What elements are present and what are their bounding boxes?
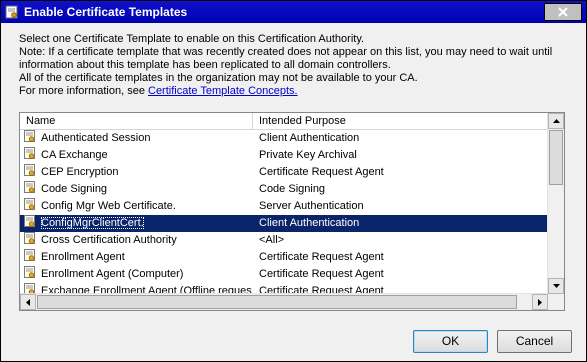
arrow-up-icon bbox=[552, 119, 560, 123]
enable-certificate-templates-dialog: Enable Certificate Templates Select one … bbox=[0, 0, 587, 362]
list-item-purpose: Server Authentication bbox=[259, 200, 364, 212]
list-item[interactable]: Enrollment Agent (Computer) Certificate R… bbox=[20, 266, 548, 283]
list-item-name: Authenticated Session bbox=[41, 132, 151, 144]
list-item-purpose: Client Authentication bbox=[259, 132, 360, 144]
close-button[interactable] bbox=[544, 3, 582, 21]
list-item-name: Enrollment Agent (Computer) bbox=[41, 268, 184, 280]
certificate-template-concepts-link[interactable]: Certificate Template Concepts. bbox=[148, 85, 298, 97]
scroll-up-button[interactable] bbox=[548, 113, 564, 129]
more-info-prefix: For more information, see bbox=[19, 85, 148, 97]
list-item[interactable]: Authenticated Session Client Authenticati… bbox=[20, 130, 548, 147]
list-item-name: CEP Encryption bbox=[41, 166, 119, 178]
scroll-right-button[interactable] bbox=[532, 294, 548, 310]
column-header-intended-purpose[interactable]: Intended Purpose bbox=[253, 113, 548, 129]
horizontal-scroll-thumb[interactable] bbox=[37, 295, 517, 309]
list-item-name-cell: ConfigMgrClientCert. bbox=[24, 215, 252, 232]
vertical-scrollbar[interactable] bbox=[547, 113, 564, 294]
list-item[interactable]: CEP Encryption Certificate Request Agent bbox=[20, 164, 548, 181]
certificate-template-icon bbox=[24, 215, 35, 227]
list-item[interactable]: Code Signing Code Signing bbox=[20, 181, 548, 198]
certificate-template-icon bbox=[24, 232, 35, 244]
more-info-line: For more information, see Certificate Te… bbox=[19, 85, 579, 98]
certificate-template-icon bbox=[24, 266, 35, 278]
list-item-name-cell: CEP Encryption bbox=[24, 164, 252, 181]
ok-button[interactable]: OK bbox=[413, 330, 488, 353]
description-line: information about this template has been… bbox=[19, 59, 391, 71]
list-item-purpose: Certificate Request Agent bbox=[259, 166, 384, 178]
arrow-down-icon bbox=[552, 284, 560, 288]
list-rows: Authenticated Session Client Authenticati… bbox=[20, 130, 548, 300]
list-item-purpose: Certificate Request Agent bbox=[259, 251, 384, 263]
list-item-name-cell: Enrollment Agent bbox=[24, 249, 252, 266]
certificate-template-icon bbox=[24, 130, 35, 142]
list-item-purpose: Client Authentication bbox=[259, 217, 360, 229]
list-header: Name Intended Purpose bbox=[20, 113, 548, 130]
list-item-purpose: Certificate Request Agent bbox=[259, 268, 384, 280]
list-item-name: Config Mgr Web Certificate. bbox=[41, 200, 176, 212]
list-item-name: CA Exchange bbox=[41, 149, 108, 161]
list-item[interactable]: Enrollment Agent Certificate Request Agen… bbox=[20, 249, 548, 266]
cancel-button[interactable]: Cancel bbox=[497, 330, 572, 353]
scroll-left-button[interactable] bbox=[20, 294, 36, 310]
list-item[interactable]: Config Mgr Web Certificate. Server Authen… bbox=[20, 198, 548, 215]
column-header-name[interactable]: Name bbox=[20, 113, 253, 129]
list-item-name-cell: Config Mgr Web Certificate. bbox=[24, 198, 252, 215]
arrow-left-icon bbox=[26, 298, 30, 306]
list-item-name-cell: Cross Certification Authority bbox=[24, 232, 252, 249]
list-item-name: Code Signing bbox=[41, 183, 108, 195]
list-item-purpose: <All> bbox=[259, 234, 285, 246]
list-item-purpose: Private Key Archival bbox=[259, 149, 357, 161]
window-title: Enable Certificate Templates bbox=[24, 5, 188, 19]
list-item[interactable]: ConfigMgrClientCert. Client Authenticatio… bbox=[20, 215, 548, 232]
vertical-scroll-thumb[interactable] bbox=[549, 130, 563, 185]
arrow-right-icon bbox=[538, 298, 542, 306]
certificate-template-icon bbox=[24, 164, 35, 176]
certificate-template-list[interactable]: Name Intended Purpose Authenticated Sess… bbox=[19, 112, 565, 311]
list-item-name: ConfigMgrClientCert. bbox=[41, 217, 144, 229]
list-item-name-cell: Code Signing bbox=[24, 181, 252, 198]
description-line: All of the certificate templates in the … bbox=[19, 72, 418, 84]
list-item-name-cell: CA Exchange bbox=[24, 147, 252, 164]
list-item-purpose: Code Signing bbox=[259, 183, 326, 195]
title-bar[interactable]: Enable Certificate Templates bbox=[1, 1, 586, 23]
list-item-name-cell: Authenticated Session bbox=[24, 130, 252, 147]
description-line: Note: If a certificate template that was… bbox=[19, 46, 553, 58]
list-item-name: Cross Certification Authority bbox=[41, 234, 177, 246]
description: Select one Certificate Template to enabl… bbox=[19, 33, 579, 98]
certificate-template-icon bbox=[24, 249, 35, 261]
certificate-template-icon bbox=[24, 198, 35, 210]
list-item-name-cell: Enrollment Agent (Computer) bbox=[24, 266, 252, 283]
list-item[interactable]: CA Exchange Private Key Archival bbox=[20, 147, 548, 164]
certificate-icon bbox=[5, 5, 18, 19]
certificate-template-icon bbox=[24, 147, 35, 159]
list-item[interactable]: Cross Certification Authority <All> bbox=[20, 232, 548, 249]
scroll-down-button[interactable] bbox=[548, 278, 564, 294]
close-icon bbox=[558, 7, 568, 17]
list-item-name: Enrollment Agent bbox=[41, 251, 125, 263]
scrollbar-corner bbox=[548, 294, 564, 310]
horizontal-scrollbar[interactable] bbox=[20, 293, 548, 310]
certificate-template-icon bbox=[24, 181, 35, 193]
description-line: Select one Certificate Template to enabl… bbox=[19, 33, 365, 45]
